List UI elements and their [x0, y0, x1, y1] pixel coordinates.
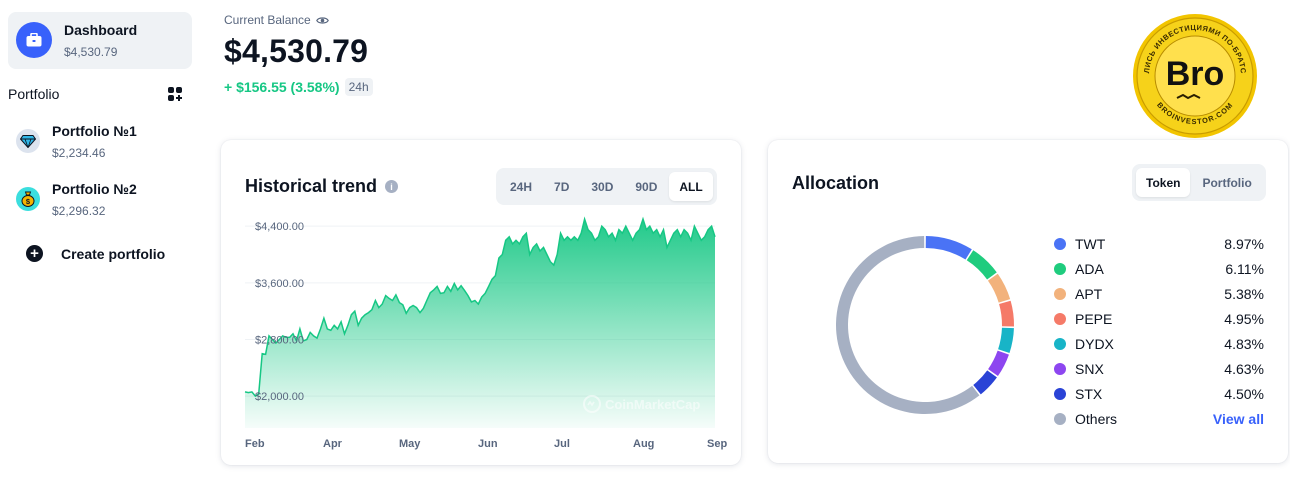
dashboard-page: Dashboard $4,530.79 Portfolio Portfolio …: [0, 0, 1290, 478]
legend-name: Others: [1075, 410, 1118, 427]
balance-change: + $156.55 (3.58%): [224, 79, 340, 95]
briefcase-icon: [16, 22, 52, 58]
donut-slice-ada[interactable]: [966, 250, 997, 280]
legend-name: SNX: [1075, 360, 1104, 377]
view-all-link[interactable]: View all: [1213, 411, 1264, 427]
legend-percent: 5.38%: [1224, 285, 1264, 302]
allocation-view-toggle: Token Portfolio: [1132, 164, 1266, 201]
legend-item-stx: STX 4.50%: [1054, 381, 1264, 406]
legend-name: STX: [1075, 385, 1103, 402]
donut-slice-pepe[interactable]: [999, 300, 1014, 327]
y-tick-label: $2,000.00: [255, 391, 304, 403]
legend-item-others: Others View all: [1054, 406, 1264, 431]
legend-percent: 4.50%: [1224, 385, 1264, 402]
donut-slice-others[interactable]: [836, 236, 980, 414]
x-tick-label: Apr: [323, 438, 343, 450]
legend-dot: [1054, 262, 1066, 275]
balance-change-row: + $156.55 (3.58%) 24h: [224, 78, 373, 96]
legend-dot: [1054, 362, 1066, 375]
historical-trend-card: Historical trend i 24H 7D 30D 90D ALL $2,000…: [221, 140, 741, 465]
x-tick-label: Jul: [554, 438, 570, 450]
y-tick-label: $2,800.00: [255, 334, 304, 346]
sidebar-item-portfolio-2[interactable]: $ Portfolio №2 $2,296.32: [8, 181, 192, 218]
legend-dot: [1054, 412, 1066, 425]
dashboard-title: Dashboard: [64, 22, 138, 38]
legend-percent: 4.63%: [1224, 360, 1264, 377]
diamond-icon: [16, 129, 40, 153]
broinvestor-logo: ДЕЛИСЬ ИНВЕСТИЦИЯМИ ПО-БРАТСКИ BROINVEST…: [1131, 12, 1257, 138]
historical-trend-chart: $2,000.00 $2,800.00 $3,600.00 $4,400.00 Feb A…: [244, 216, 727, 450]
logo-main-text: Bro: [1166, 55, 1225, 93]
allocation-tab-portfolio[interactable]: Portfolio: [1192, 168, 1261, 197]
create-portfolio-button[interactable]: + Create portfolio: [8, 245, 192, 262]
legend-dot: [1054, 237, 1066, 250]
legend-dot: [1054, 337, 1066, 350]
x-tick-label: Feb: [245, 438, 265, 450]
plus-circle-icon: +: [26, 245, 43, 262]
create-portfolio-label: Create portfolio: [61, 245, 166, 262]
allocation-legend: TWT 8.97% ADA 6.11% APT 5.38% PEPE 4.95% DYDX 4.8…: [1054, 231, 1264, 431]
watermark-text: CoinMarketCap: [605, 397, 700, 412]
legend-percent: 6.11%: [1225, 260, 1264, 277]
legend-percent: 4.83%: [1224, 335, 1264, 352]
allocation-card: Allocation Token Portfolio TWT 8.97% ADA 6.1…: [768, 140, 1288, 463]
legend-percent: 8.97%: [1224, 235, 1264, 252]
portfolio-header: Portfolio: [8, 85, 192, 103]
donut-slice-snx[interactable]: [988, 350, 1009, 377]
x-tick-label: Aug: [633, 438, 654, 450]
portfolio-2-name: Portfolio №2: [52, 181, 137, 197]
eye-icon[interactable]: [315, 16, 329, 25]
allocation-donut-chart: [836, 236, 1014, 414]
current-balance-label-row: Current Balance: [224, 13, 373, 27]
legend-dot: [1054, 387, 1066, 400]
balance-summary: Current Balance $4,530.79 + $156.55 (3.5…: [224, 13, 373, 96]
legend-dot: [1054, 312, 1066, 325]
sidebar-item-dashboard[interactable]: Dashboard $4,530.79: [8, 12, 192, 69]
portfolio-2-value: $2,296.32: [52, 204, 106, 218]
legend-name: PEPE: [1075, 310, 1113, 327]
sidebar-item-portfolio-1[interactable]: Portfolio №1 $2,234.46: [8, 123, 192, 160]
x-tick-label: Jun: [478, 438, 498, 450]
money-bag-icon: $: [16, 187, 40, 211]
legend-item-snx: SNX 4.63%: [1054, 356, 1264, 381]
manage-portfolios-icon[interactable]: [168, 87, 182, 101]
legend-percent: 4.95%: [1224, 310, 1264, 327]
legend-item-twt: TWT 8.97%: [1054, 231, 1264, 256]
legend-name: APT: [1075, 285, 1103, 302]
dashboard-value: $4,530.79: [64, 45, 118, 59]
sidebar: Dashboard $4,530.79 Portfolio Portfolio …: [8, 12, 192, 262]
legend-item-dydx: DYDX 4.83%: [1054, 331, 1264, 356]
legend-item-ada: ADA 6.11%: [1054, 256, 1264, 281]
portfolio-1-name: Portfolio №1: [52, 123, 137, 139]
portfolio-1-value: $2,234.46: [52, 146, 106, 160]
y-tick-label: $3,600.00: [255, 278, 304, 290]
x-tick-label: May: [399, 438, 421, 450]
legend-item-apt: APT 5.38%: [1054, 281, 1264, 306]
legend-name: TWT: [1075, 235, 1106, 252]
y-tick-label: $4,400.00: [255, 221, 304, 233]
legend-item-pepe: PEPE 4.95%: [1054, 306, 1264, 331]
balance-value: $4,530.79: [224, 33, 369, 69]
legend-dot: [1054, 287, 1066, 300]
donut-slice-stx[interactable]: [973, 370, 997, 395]
legend-name: DYDX: [1075, 335, 1114, 352]
current-balance-label: Current Balance: [224, 13, 311, 27]
allocation-tab-token[interactable]: Token: [1136, 168, 1191, 197]
x-tick-label: Sep: [707, 438, 727, 450]
portfolio-header-label: Portfolio: [8, 86, 60, 102]
change-period-badge: 24h: [344, 78, 373, 96]
donut-slice-apt[interactable]: [987, 273, 1011, 303]
donut-slice-twt[interactable]: [925, 236, 972, 260]
legend-name: ADA: [1075, 260, 1104, 277]
donut-slice-dydx[interactable]: [998, 327, 1014, 353]
